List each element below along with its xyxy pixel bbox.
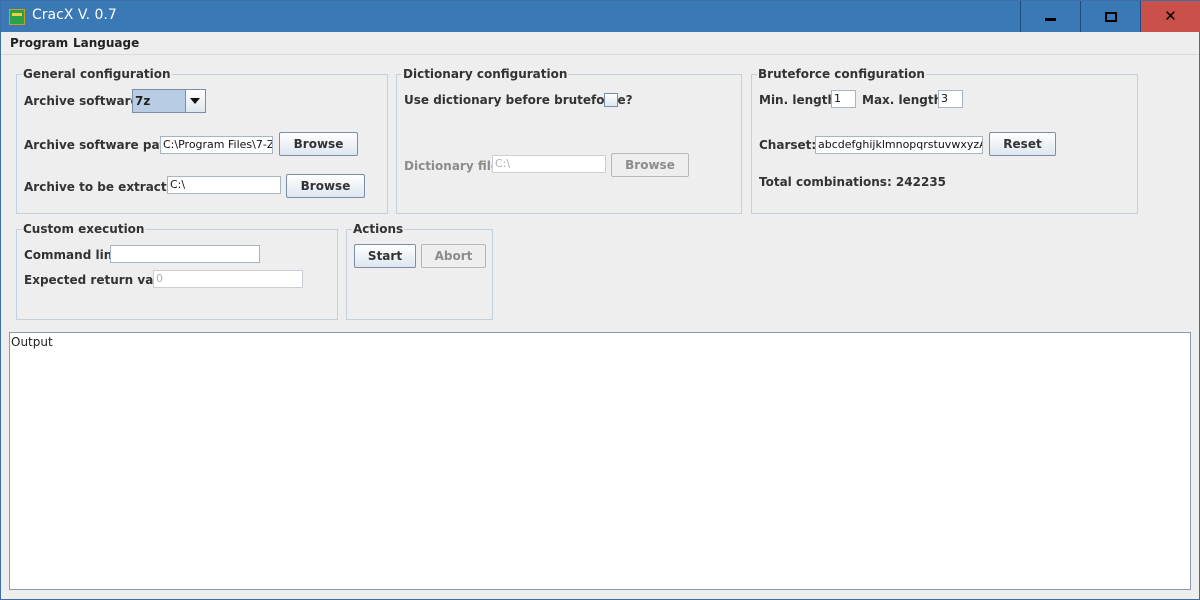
min-length-input[interactable]: 1 [831, 90, 856, 108]
custom-execution-group: Custom execution Command line Expected r… [16, 222, 338, 320]
min-length-label: Min. length: [759, 93, 841, 107]
general-configuration-group: General configuration Archive software: … [16, 67, 388, 214]
custom-execution-title: Custom execution [22, 222, 146, 236]
charset-label: Charset: [759, 138, 817, 152]
charset-reset-button[interactable]: Reset [989, 132, 1056, 156]
expected-return-input[interactable]: 0 [153, 270, 303, 288]
archive-software-value: 7z [135, 94, 151, 108]
bruteforce-configuration-group: Bruteforce configuration Min. length: 1 … [751, 67, 1138, 214]
archive-software-label: Archive software: [24, 94, 144, 108]
dictionary-browse-button[interactable]: Browse [611, 153, 689, 177]
minimize-icon [1045, 18, 1056, 21]
chevron-down-icon[interactable] [185, 90, 205, 112]
actions-title: Actions [352, 222, 405, 236]
menu-bar: Program Language [1, 32, 1199, 55]
maximize-icon [1104, 11, 1117, 22]
start-button[interactable]: Start [354, 244, 416, 268]
archive-software-path-input[interactable]: C:\Program Files\7-Zip [160, 136, 273, 154]
charset-input[interactable]: abcdefghijklmnopqrstuvwxyzABCDEFGHIJKLMN… [815, 136, 983, 154]
app-window: CracX V. 0.7 ✕ Program Language General … [0, 0, 1200, 600]
close-icon: ✕ [1164, 7, 1177, 25]
archive-software-select[interactable]: 7z [132, 89, 206, 113]
close-button[interactable]: ✕ [1140, 1, 1200, 32]
app-icon [9, 9, 25, 25]
max-length-input[interactable]: 3 [938, 90, 963, 108]
archive-extract-browse-button[interactable]: Browse [286, 174, 365, 198]
maximize-button[interactable] [1080, 1, 1140, 32]
archive-to-extract-input[interactable]: C:\ [167, 176, 281, 194]
dictionary-file-label: Dictionary file: [404, 159, 504, 173]
command-line-label: Command line [24, 248, 121, 262]
minimize-button[interactable] [1020, 1, 1080, 32]
archive-path-browse-button[interactable]: Browse [279, 132, 358, 156]
dictionary-configuration-group: Dictionary configuration Use dictionary … [396, 67, 742, 214]
archive-to-extract-label: Archive to be extracted: [24, 180, 189, 194]
title-bar[interactable]: CracX V. 0.7 ✕ [1, 1, 1200, 32]
command-line-input[interactable] [110, 245, 260, 263]
output-label: Output [11, 335, 53, 349]
output-area[interactable]: Output [9, 332, 1191, 590]
actions-group: Actions Start Abort [346, 222, 493, 320]
bruteforce-configuration-title: Bruteforce configuration [757, 67, 926, 81]
dictionary-configuration-title: Dictionary configuration [402, 67, 569, 81]
menu-program[interactable]: Program [10, 36, 68, 50]
general-configuration-title: General configuration [22, 67, 172, 81]
max-length-label: Max. length: [862, 93, 947, 107]
archive-software-path-label: Archive software path: [24, 138, 179, 152]
menu-language[interactable]: Language [73, 36, 139, 50]
window-title: CracX V. 0.7 [32, 7, 117, 23]
total-combinations-label: Total combinations: 242235 [759, 175, 947, 189]
expected-return-label: Expected return value [24, 273, 175, 287]
abort-button[interactable]: Abort [421, 244, 486, 268]
dictionary-file-input[interactable]: C:\ [492, 155, 606, 173]
use-dictionary-checkbox[interactable] [604, 93, 618, 107]
use-dictionary-label: Use dictionary before bruteforce? [404, 93, 633, 107]
